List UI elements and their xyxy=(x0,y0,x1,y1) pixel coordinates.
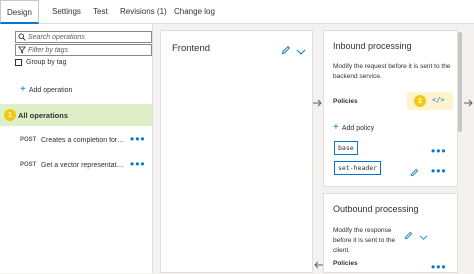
outbound-description: Modify the response before it is sent to… xyxy=(333,227,396,254)
policy-tag-base[interactable]: base xyxy=(334,141,358,155)
add-operation-label: Add operation xyxy=(28,86,73,94)
all-operations-label: All operations xyxy=(18,110,69,120)
edit-pencil-icon[interactable] xyxy=(410,164,419,182)
filter-tags-placeholder: Filter by tags xyxy=(28,46,69,54)
tab-change-log[interactable]: Change log xyxy=(174,7,215,16)
policies-label: Policies xyxy=(333,260,358,267)
group-by-tag-label: Group by tag xyxy=(26,59,67,66)
chevron-down-icon[interactable] xyxy=(419,228,428,246)
inbound-title: Inbound processing xyxy=(333,41,412,51)
more-options-icon[interactable]: ••• xyxy=(130,158,146,170)
http-verb: POST xyxy=(20,137,37,143)
plus-icon: + xyxy=(333,122,339,133)
outbound-processing-panel: Outbound processing Modify the response … xyxy=(323,193,458,273)
filter-tags-input[interactable]: Filter by tags xyxy=(15,44,152,56)
code-icon: </> xyxy=(432,96,445,104)
policies-label: Policies xyxy=(333,98,358,105)
code-view-button[interactable]: 2 </> xyxy=(407,92,453,110)
arrow-left-icon xyxy=(313,261,323,272)
search-operations-input[interactable]: Search operations xyxy=(15,31,152,43)
tab-revisions[interactable]: Revisions (1) xyxy=(120,7,167,16)
edit-pencil-icon[interactable] xyxy=(404,227,413,245)
more-options-icon[interactable]: ••• xyxy=(431,261,447,273)
operations-pane: Search operations Filter by tags Group b… xyxy=(0,24,153,273)
filter-icon xyxy=(16,46,28,54)
operation-row[interactable]: POST Creates a completion for t... ••• xyxy=(0,133,152,147)
operation-name: Get a vector representation... xyxy=(41,161,125,169)
group-by-tag-checkbox[interactable]: Group by tag xyxy=(15,59,66,66)
add-policy-label: Add policy xyxy=(341,124,375,132)
more-options-icon[interactable]: ••• xyxy=(431,165,447,177)
search-icon xyxy=(16,33,28,41)
add-policy-button[interactable]: + Add policy xyxy=(333,122,375,133)
arrow-right-icon xyxy=(313,99,323,110)
step-badge: 2 xyxy=(414,95,426,107)
tab-design[interactable]: Design xyxy=(0,0,39,24)
inbound-description: Modify the request before it is sent to … xyxy=(333,63,451,80)
step-badge: 1 xyxy=(4,109,16,121)
checkbox-box xyxy=(15,59,22,66)
more-options-icon[interactable]: ••• xyxy=(431,145,447,157)
search-operations-placeholder: Search operations xyxy=(28,33,85,41)
plus-icon: + xyxy=(20,84,26,95)
operation-row[interactable]: POST Get a vector representation... ••• xyxy=(0,158,152,172)
all-operations-item[interactable]: 1 All operations xyxy=(0,104,152,126)
outbound-title: Outbound processing xyxy=(333,204,419,214)
frontend-panel: Frontend xyxy=(160,30,313,273)
http-verb: POST xyxy=(20,162,37,168)
frontend-title: Frontend xyxy=(172,43,211,54)
tab-bar: Design Settings Test Revisions (1) Chang… xyxy=(0,0,474,24)
operation-name: Creates a completion for t... xyxy=(41,136,125,144)
add-operation-button[interactable]: + Add operation xyxy=(20,84,73,95)
scrollbar[interactable] xyxy=(458,32,462,132)
inbound-processing-panel: Inbound processing Modify the request be… xyxy=(323,30,458,187)
tab-settings[interactable]: Settings xyxy=(52,7,81,16)
arrow-right-icon xyxy=(464,99,474,110)
tab-test[interactable]: Test xyxy=(93,7,108,16)
more-options-icon[interactable]: ••• xyxy=(130,133,146,145)
edit-pencil-icon[interactable] xyxy=(281,42,291,60)
chevron-down-icon[interactable] xyxy=(296,43,306,61)
policy-tag-set-header[interactable]: set-header xyxy=(334,161,382,175)
